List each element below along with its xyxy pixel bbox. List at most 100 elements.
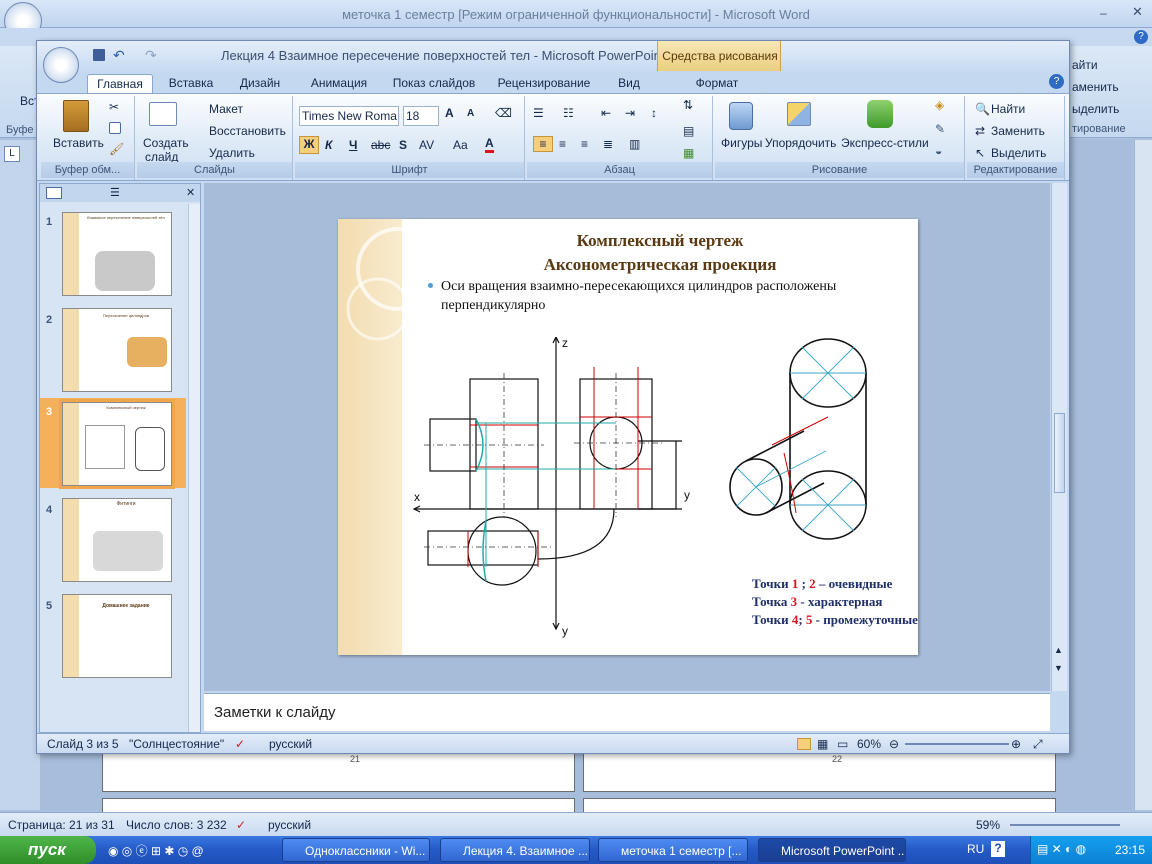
justify-icon[interactable]: ≣ [603, 137, 613, 151]
replace-button[interactable]: Заменить [991, 124, 1045, 138]
language-indicator[interactable]: RU [967, 842, 984, 856]
outline-tab-icon[interactable]: ☰ [110, 186, 120, 199]
shrink-font-icon[interactable]: A [467, 108, 474, 119]
taskbar-item-odnoklassniki[interactable]: Одноклассники - Wi... [282, 838, 430, 862]
close-pane-icon[interactable]: ✕ [186, 186, 195, 199]
help-icon[interactable]: ? [1134, 30, 1148, 44]
indent-increase-icon[interactable]: ⇥ [625, 106, 635, 120]
slides-tab-icon[interactable] [46, 187, 62, 199]
help-tray-icon[interactable]: ? [991, 841, 1005, 857]
shapes-button[interactable]: Фигуры [721, 136, 762, 150]
ppt-zoom[interactable]: 60% [857, 737, 881, 751]
select-button[interactable]: Выделить [991, 146, 1046, 160]
next-slide-icon[interactable]: ▼ [1054, 663, 1063, 673]
spellcheck-icon[interactable]: ✓ [236, 818, 246, 832]
slideshow-view-icon[interactable]: ▭ [837, 737, 848, 751]
theme-name[interactable]: "Солнцестояние" [129, 737, 224, 751]
ppt-language[interactable]: русский [269, 737, 312, 751]
numbering-icon[interactable]: ☷ [563, 106, 574, 120]
zoom-slider[interactable] [905, 743, 1009, 745]
spacing-icon[interactable]: AV [419, 138, 434, 152]
slide-counter[interactable]: Слайд 3 из 5 [47, 737, 119, 751]
tab-insert[interactable]: Вставка [161, 74, 221, 94]
font-size-box[interactable]: 18 [403, 106, 439, 126]
quick-styles-button[interactable]: Экспресс-стили [841, 136, 929, 150]
font-color-icon[interactable]: A [485, 136, 494, 153]
word-word-count[interactable]: Число слов: 3 232 [126, 818, 227, 832]
slide-thumbnail-4[interactable]: Фитинги [62, 498, 172, 582]
shape-fill-icon[interactable]: ◈ [935, 98, 944, 112]
start-button[interactable]: пуск [0, 836, 96, 864]
word-find[interactable]: айти [1072, 58, 1098, 72]
tab-animation[interactable]: Анимация [299, 74, 379, 94]
tab-view[interactable]: Вид [607, 74, 651, 94]
align-right-icon[interactable]: ≡ [581, 137, 588, 151]
tray-icons[interactable]: ▤ ✕ ◐ ◍ [1037, 842, 1086, 856]
new-slide-button[interactable]: Создать [143, 136, 189, 150]
tab-design[interactable]: Дизайн [231, 74, 289, 94]
spellcheck-icon[interactable]: ✓ [235, 737, 245, 751]
grow-font-icon[interactable]: A [445, 106, 454, 120]
find-button[interactable]: Найти [991, 102, 1025, 116]
ruler-toggle[interactable]: L [4, 146, 20, 162]
close-icon[interactable]: ✕ [1132, 4, 1146, 19]
reset-button[interactable]: Восстановить [209, 124, 286, 138]
font-name-box[interactable]: Times New Roma [299, 106, 399, 126]
scroll-thumb[interactable] [1054, 413, 1065, 493]
prev-slide-icon[interactable]: ▲ [1054, 645, 1063, 655]
word-scrollbar[interactable] [1134, 140, 1152, 810]
clear-format-icon[interactable]: ⌫ [495, 106, 512, 120]
arrange-button[interactable]: Упорядочить [765, 136, 836, 150]
pane-scrollbar[interactable] [188, 204, 200, 732]
zoom-slider[interactable] [1010, 824, 1120, 826]
align-center-icon[interactable]: ≡ [559, 137, 566, 151]
word-page-count[interactable]: Страница: 21 из 31 [8, 818, 115, 832]
columns-icon[interactable]: ▥ [629, 137, 640, 151]
sorter-view-icon[interactable]: ▦ [817, 737, 828, 751]
format-painter-icon[interactable]: 🖌 [109, 142, 124, 156]
text-direction-icon[interactable]: ⇅ [683, 98, 693, 112]
delete-button[interactable]: Удалить [209, 146, 255, 160]
tab-home[interactable]: Главная [87, 74, 153, 94]
shadow-button[interactable]: S [399, 138, 407, 152]
points-legend[interactable]: Точки 1 ; 2 – очевидные Точка 3 - характ… [752, 575, 918, 629]
clock[interactable]: 23:15 [1115, 843, 1145, 857]
word-language[interactable]: русский [268, 818, 311, 832]
word-replace[interactable]: аменить [1072, 80, 1119, 94]
slide-scrollbar[interactable]: ▲ ▼ [1051, 183, 1067, 691]
fit-window-icon[interactable]: ⤢ [1033, 737, 1043, 752]
word-select[interactable]: ыделить [1072, 102, 1119, 116]
paste-button[interactable]: Вставить [53, 136, 104, 150]
zoom-in-icon[interactable]: ⊕ [1011, 737, 1021, 751]
slide-canvas[interactable]: Комплексный чертеж Аксонометрическая про… [338, 219, 918, 655]
shape-outline-icon[interactable]: ✎ [935, 122, 945, 136]
align-text-icon[interactable]: ▤ [683, 124, 694, 138]
strikethrough-button[interactable]: abc [371, 138, 390, 152]
tab-review[interactable]: Рецензирование [491, 74, 597, 94]
italic-button[interactable]: К [325, 138, 332, 152]
align-left-icon[interactable]: ≡ [533, 136, 553, 152]
undo-icon[interactable]: ↶ [113, 47, 125, 64]
slide-thumbnail-2[interactable]: Пересечение цилиндров [62, 308, 172, 392]
slide-thumbnail-3[interactable]: Комплексный чертеж [59, 399, 175, 489]
redo-icon[interactable]: ↷ [145, 47, 157, 64]
copy-icon[interactable] [109, 122, 121, 134]
notes-pane[interactable]: Заметки к слайду [204, 693, 1050, 731]
change-case-button[interactable]: Aa [453, 138, 468, 152]
minimize-icon[interactable]: – [1100, 6, 1114, 20]
indent-decrease-icon[interactable]: ⇤ [601, 106, 611, 120]
slide-thumbnail-5[interactable]: Домашнее задание [62, 594, 172, 678]
line-spacing-icon[interactable]: ↕ [651, 106, 657, 120]
tab-format[interactable]: Формат [667, 74, 767, 94]
smartart-icon[interactable]: ▦ [683, 146, 694, 160]
save-icon[interactable] [93, 49, 105, 61]
shape-effects-icon[interactable]: ◒ [935, 144, 942, 158]
taskbar-item-powerpoint[interactable]: Microsoft PowerPoint ... [758, 838, 906, 862]
tab-slideshow[interactable]: Показ слайдов [387, 74, 481, 94]
help-icon[interactable]: ? [1049, 74, 1064, 89]
bold-button[interactable]: Ж [299, 136, 319, 154]
cut-icon[interactable]: ✂ [109, 100, 119, 114]
underline-button[interactable]: Ч [349, 138, 357, 152]
slide-thumbnail-1[interactable]: Взаимное пересечение поверхностей тел [62, 212, 172, 296]
office-button[interactable] [43, 47, 79, 83]
